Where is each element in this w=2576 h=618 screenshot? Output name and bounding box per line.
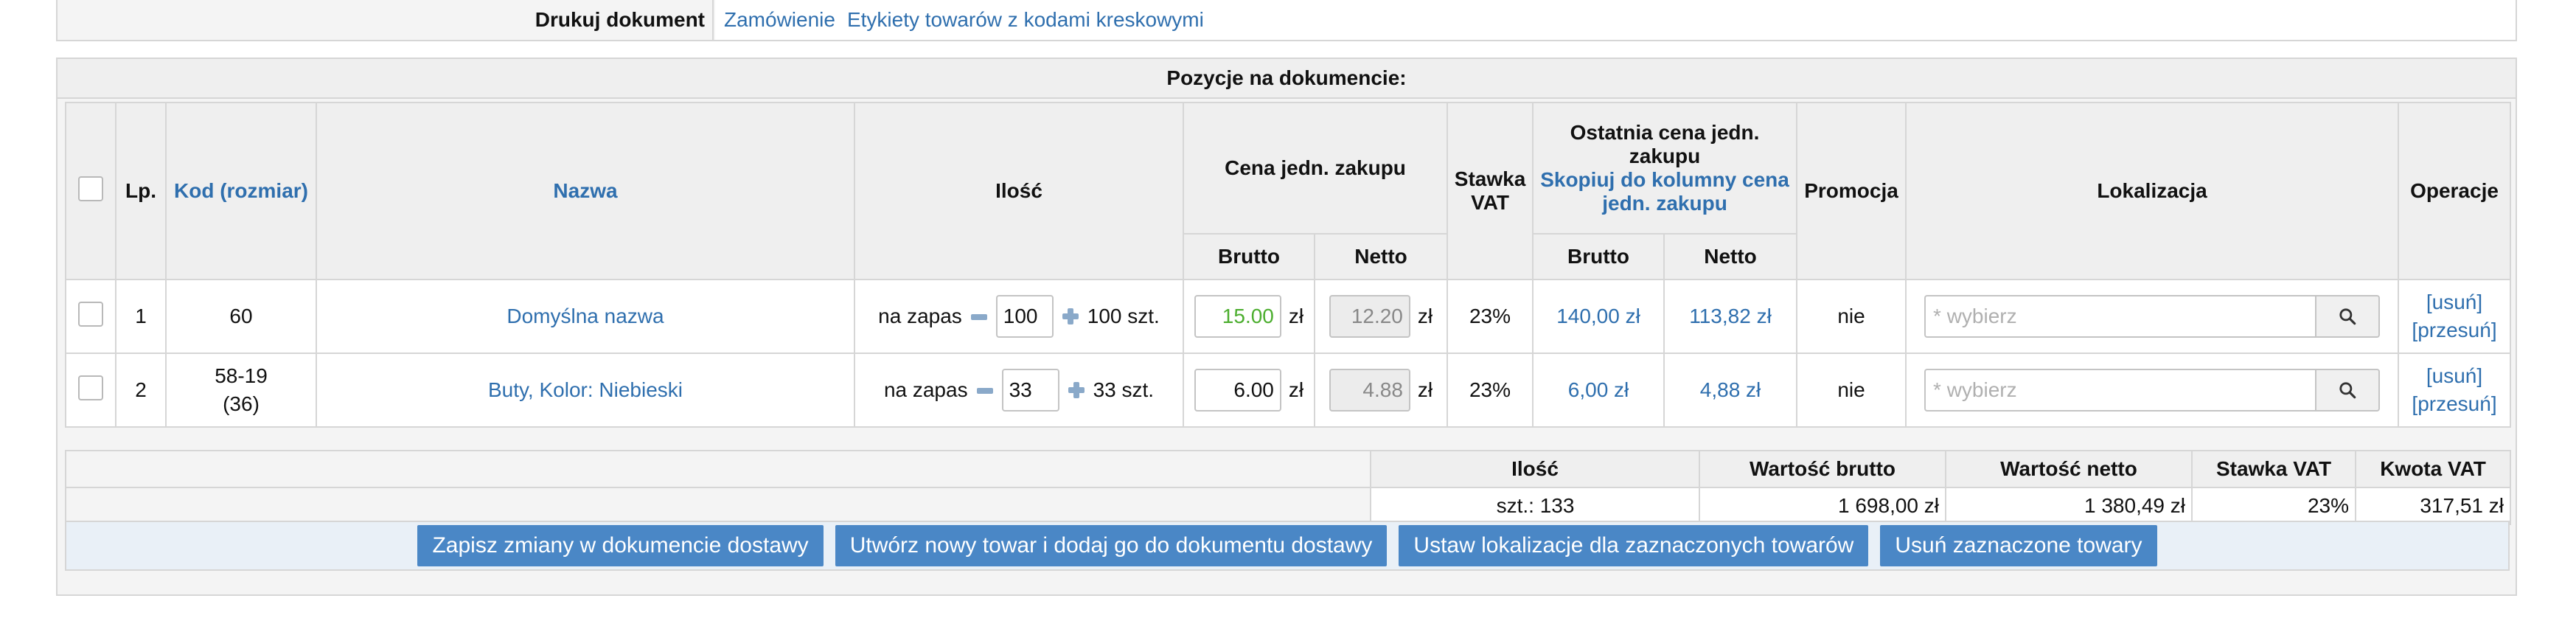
row-checkbox[interactable] <box>78 301 103 327</box>
row-kod: 58-19 (36) <box>165 353 317 428</box>
remove-selected-button[interactable]: Usuń zaznaczone towary <box>1880 525 2157 566</box>
netto-price-readonly: 12.20 <box>1329 295 1410 338</box>
brutto-header: Brutto <box>1183 233 1315 280</box>
last-netto-link[interactable]: 4,88 zł <box>1700 378 1761 401</box>
row-vat: 23% <box>1447 279 1534 354</box>
row-checkbox[interactable] <box>78 375 103 400</box>
search-icon <box>2339 308 2356 325</box>
summary-qty-value: szt.: 133 <box>1370 487 1700 525</box>
na-zapas-label: na zapas <box>878 305 962 327</box>
increase-qty-icon[interactable] <box>1061 307 1080 326</box>
lp-header: Lp. <box>115 102 167 280</box>
row-lp: 1 <box>115 279 167 354</box>
summary-vat-amount-header: Kwota VAT <box>2355 450 2511 488</box>
qty-unit-text: 100 szt. <box>1087 305 1160 327</box>
summary-vat-rate-value: 23% <box>2191 487 2356 525</box>
increase-qty-icon[interactable] <box>1067 381 1086 400</box>
summary-net-header: Wartość netto <box>1945 450 2193 488</box>
row-promocja: nie <box>1796 279 1907 354</box>
summary-vat-amount-value: 317,51 zł <box>2355 487 2511 525</box>
table-row: 1 60 Domyślna nazwa na zapas 100 100 szt… <box>65 279 2512 354</box>
last-netto-link[interactable]: 113,82 zł <box>1689 305 1772 327</box>
row-kod: 60 <box>165 279 317 354</box>
last-price-label: Ostatnia cena jedn. zakupu <box>1570 121 1760 167</box>
last-price-header: Ostatnia cena jedn. zakupu Skopiuj do ko… <box>1532 102 1798 235</box>
remove-link[interactable]: [usuń] <box>2426 291 2482 313</box>
decrease-qty-icon[interactable] <box>970 307 989 326</box>
location-search-button[interactable] <box>2315 369 2381 412</box>
location-select[interactable]: * wybierz <box>1924 369 2316 412</box>
select-all-checkbox[interactable] <box>78 176 103 201</box>
remove-link[interactable]: [usuń] <box>2426 364 2482 387</box>
last-netto-header: Netto <box>1663 233 1798 280</box>
na-zapas-label: na zapas <box>883 378 968 401</box>
set-locations-button[interactable]: Ustaw lokalizacje dla zaznaczonych towar… <box>1399 525 1869 566</box>
summary-spacer <box>65 450 1371 488</box>
search-icon <box>2339 382 2356 399</box>
summary-net-value: 1 380,49 zł <box>1945 487 2193 525</box>
currency-label: zł <box>1417 305 1433 327</box>
currency-label: zł <box>1288 378 1304 401</box>
location-select[interactable]: * wybierz <box>1924 295 2316 338</box>
decrease-qty-icon[interactable] <box>975 381 995 400</box>
print-document-label: Drukuj dokument <box>58 0 714 40</box>
row-lp: 2 <box>115 353 167 428</box>
qty-input[interactable]: 100 <box>995 295 1054 338</box>
netto-price-readonly: 4.88 <box>1329 369 1410 412</box>
currency-label: zł <box>1288 305 1304 327</box>
brutto-price-input[interactable]: 6.00 <box>1194 369 1281 412</box>
last-brutto-link[interactable]: 140,00 zł <box>1556 305 1640 327</box>
last-brutto-header: Brutto <box>1532 233 1665 280</box>
document-positions-panel: Pozycje na dokumencie: Lp. Kod (rozmiar)… <box>56 58 2517 596</box>
location-search-button[interactable] <box>2315 295 2381 338</box>
row-vat: 23% <box>1447 353 1534 428</box>
netto-header: Netto <box>1313 233 1449 280</box>
summary-qty-header: Ilość <box>1370 450 1700 488</box>
positions-title: Pozycje na dokumencie: <box>58 59 2516 99</box>
qty-input[interactable]: 33 <box>1001 369 1059 412</box>
summary-table: Ilość Wartość brutto Wartość netto Stawk… <box>65 450 2511 525</box>
nazwa-header[interactable]: Nazwa <box>316 102 855 280</box>
operacje-header: Operacje <box>2398 102 2512 280</box>
promocja-header: Promocja <box>1796 102 1907 280</box>
action-bar: Zapisz zmiany w dokumencie dostawy Utwór… <box>65 521 2510 571</box>
summary-gross-header: Wartość brutto <box>1699 450 1946 488</box>
summary-vat-rate-header: Stawka VAT <box>2191 450 2356 488</box>
currency-label: zł <box>1417 378 1433 401</box>
qty-unit-text: 33 szt. <box>1093 378 1155 401</box>
last-brutto-link[interactable]: 6,00 zł <box>1568 378 1629 401</box>
kod-header[interactable]: Kod (rozmiar) <box>165 102 317 280</box>
table-row: 2 58-19 (36) Buty, Kolor: Niebieski na za… <box>65 353 2512 428</box>
purchase-price-header: Cena jedn. zakupu <box>1182 102 1449 235</box>
save-changes-button[interactable]: Zapisz zmiany w dokumencie dostawy <box>417 525 824 566</box>
print-order-link[interactable]: Zamówienie <box>724 8 835 32</box>
create-new-product-button[interactable]: Utwórz nowy towar i dodaj go do dokument… <box>835 525 1388 566</box>
row-name-link[interactable]: Buty, Kolor: Niebieski <box>488 378 683 401</box>
ilosc-header: Ilość <box>854 102 1184 280</box>
positions-table: Lp. Kod (rozmiar) Nazwa Ilość Cena jedn.… <box>65 102 2512 428</box>
print-barcode-labels-link[interactable]: Etykiety towarów z kodami kreskowymi <box>847 8 1204 32</box>
lokalizacja-header: Lokalizacja <box>1905 102 2400 280</box>
move-link[interactable]: [przesuń] <box>2412 392 2496 415</box>
move-link[interactable]: [przesuń] <box>2412 319 2496 341</box>
select-all-header <box>65 102 116 280</box>
summary-gross-value: 1 698,00 zł <box>1699 487 1946 525</box>
row-promocja: nie <box>1796 353 1907 428</box>
brutto-price-input[interactable]: 15.00 <box>1194 295 1281 338</box>
summary-spacer <box>65 487 1371 525</box>
row-name-link[interactable]: Domyślna nazwa <box>507 305 664 327</box>
print-document-bar: Drukuj dokument Zamówienie Etykiety towa… <box>56 0 2517 41</box>
vat-header: Stawka VAT <box>1447 102 1534 280</box>
copy-to-price-link[interactable]: Skopiuj do kolumny cena jedn. zakupu <box>1536 168 1793 215</box>
